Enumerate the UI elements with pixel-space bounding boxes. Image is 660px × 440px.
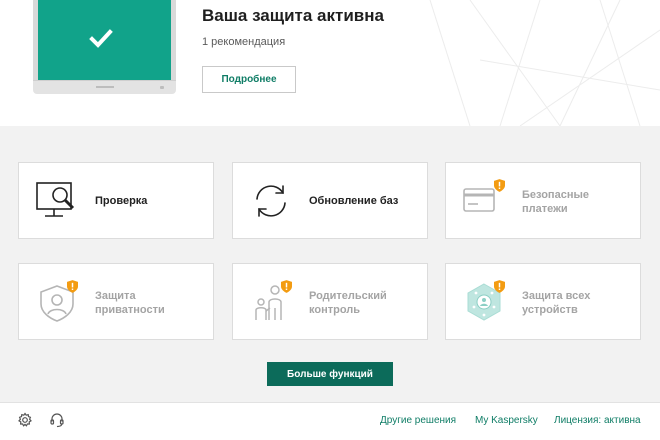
support-headset-icon[interactable]	[49, 412, 65, 428]
settings-gear-icon[interactable]	[17, 412, 33, 428]
refresh-arrows-icon	[256, 185, 286, 217]
tile-scan[interactable]: Проверка	[18, 162, 214, 239]
tile-parental-control[interactable]: Родительский контроль	[232, 263, 428, 340]
other-solutions-link[interactable]: Другие решения	[380, 415, 456, 426]
my-kaspersky-link[interactable]: My Kaspersky	[475, 415, 538, 426]
monitor-brand-mark	[96, 86, 114, 88]
tile-parental-control-label-line1: Родительский	[309, 290, 387, 302]
checkmark-icon	[89, 29, 113, 48]
more-features-button[interactable]: Больше функций	[267, 362, 393, 386]
tile-safe-payments-label: Безопасные платежи	[522, 188, 589, 216]
tile-privacy-protection[interactable]: Защита приватности	[18, 263, 214, 340]
shield-badge-icon	[494, 280, 505, 293]
tile-safe-payments-label-line1: Безопасные	[522, 189, 589, 201]
tile-all-devices-protection-label-line2: устройств	[522, 304, 578, 316]
shield-badge-icon	[494, 179, 505, 192]
tile-safe-payments-label-line2: платежи	[522, 203, 568, 215]
footer-bar: Другие решения My Kaspersky Лицензия: ак…	[0, 402, 660, 440]
recommendation-count[interactable]: 1 рекомендация	[202, 36, 285, 48]
status-panel: Ваша защита активна 1 рекомендация Подро…	[0, 0, 660, 126]
tile-all-devices-protection[interactable]: Защита всех устройств	[445, 263, 641, 340]
protection-status-monitor	[33, 0, 176, 96]
tile-database-update-label: Обновление баз	[309, 195, 399, 207]
tile-privacy-protection-label-line1: Защита	[95, 290, 136, 302]
details-button[interactable]: Подробнее	[202, 66, 296, 93]
monitor-led	[160, 86, 164, 89]
features-panel: Проверка Обновление баз Безопасные плате…	[0, 126, 660, 402]
tile-scan-label: Проверка	[95, 195, 148, 207]
status-title: Ваша защита активна	[202, 6, 384, 25]
tile-privacy-protection-label-line2: приватности	[95, 304, 165, 316]
tile-all-devices-protection-label: Защита всех устройств	[522, 289, 590, 317]
shield-badge-icon	[67, 280, 78, 293]
license-status-link[interactable]: Лицензия: активна	[554, 415, 641, 426]
tile-all-devices-protection-label-line1: Защита всех	[522, 290, 591, 302]
tile-database-update[interactable]: Обновление баз	[232, 162, 428, 239]
tile-privacy-protection-label: Защита приватности	[95, 289, 165, 317]
shield-badge-icon	[281, 280, 292, 293]
tile-parental-control-label: Родительский контроль	[309, 289, 387, 317]
tile-safe-payments[interactable]: Безопасные платежи	[445, 162, 641, 239]
scan-monitor-icon	[36, 182, 75, 217]
tile-parental-control-label-line2: контроль	[309, 304, 361, 316]
